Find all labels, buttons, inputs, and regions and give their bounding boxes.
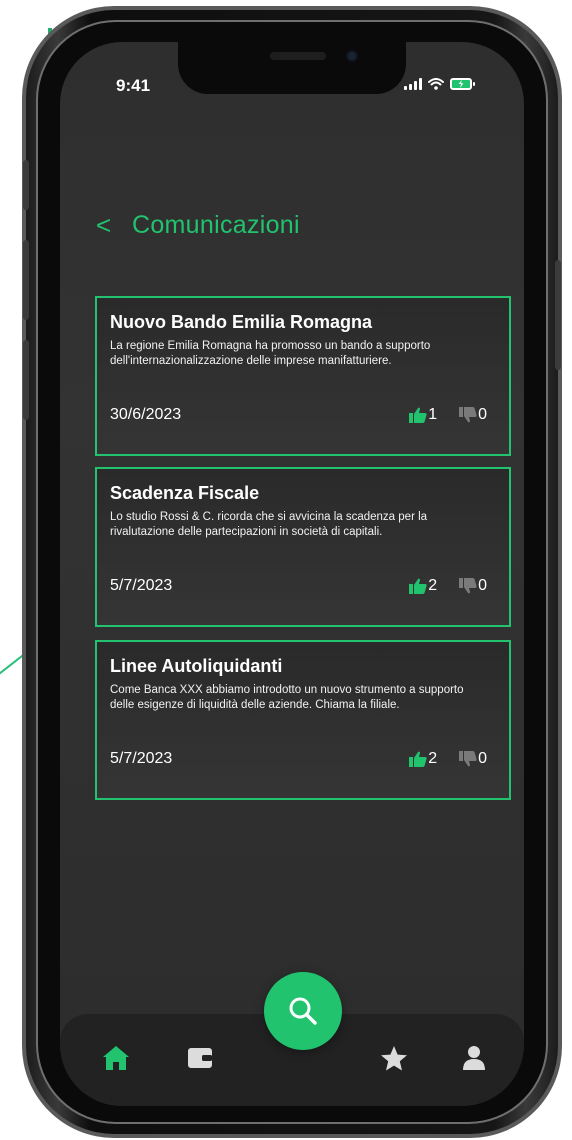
card-title: Scadenza Fiscale bbox=[110, 483, 260, 503]
tab-favorites[interactable] bbox=[378, 1042, 410, 1074]
dislike-count: 0 bbox=[478, 406, 487, 423]
like-count: 2 bbox=[428, 750, 438, 767]
power-button bbox=[555, 260, 561, 370]
wallet-icon bbox=[188, 1048, 212, 1068]
app-screen: 9:41 < Comunicazioni Nuovo Bando Emilia … bbox=[60, 42, 524, 1106]
thumbs-down-icon bbox=[459, 407, 477, 423]
thumbs-down-icon bbox=[459, 578, 477, 594]
page-header: < Comunicazioni bbox=[96, 210, 300, 241]
status-icons bbox=[404, 78, 475, 90]
like-button[interactable]: 1 bbox=[409, 406, 437, 424]
signal-icon bbox=[404, 78, 422, 90]
card-description: La regione Emilia Romagna ha promosso un… bbox=[110, 340, 431, 367]
tab-profile[interactable] bbox=[458, 1042, 490, 1074]
battery-icon bbox=[450, 78, 475, 90]
card-date: 5/7/2023 bbox=[110, 577, 173, 594]
tab-home[interactable] bbox=[100, 1042, 132, 1074]
dislike-count: 0 bbox=[478, 750, 487, 767]
star-icon bbox=[381, 1045, 407, 1070]
news-card[interactable]: Scadenza Fiscale Lo studio Rossi & C. ri… bbox=[95, 467, 511, 627]
card-description: Lo studio Rossi & C. ricorda che si avvi… bbox=[110, 511, 428, 538]
card-title: Linee Autoliquidanti bbox=[110, 656, 283, 676]
front-camera bbox=[346, 50, 358, 62]
back-button[interactable]: < bbox=[96, 210, 132, 241]
search-icon bbox=[289, 997, 317, 1025]
home-icon bbox=[103, 1046, 129, 1070]
user-icon bbox=[463, 1046, 485, 1070]
dislike-button[interactable]: 0 bbox=[459, 750, 487, 768]
news-card[interactable]: Nuovo Bando Emilia Romagna La regione Em… bbox=[95, 296, 511, 456]
earpiece-speaker bbox=[270, 52, 326, 60]
like-count: 2 bbox=[428, 577, 438, 594]
like-count: 1 bbox=[428, 406, 438, 423]
vote-group: 2 0 bbox=[409, 750, 487, 768]
dislike-button[interactable]: 0 bbox=[459, 406, 487, 424]
thumbs-up-icon bbox=[409, 578, 427, 594]
card-date: 5/7/2023 bbox=[110, 750, 173, 767]
card-date: 30/6/2023 bbox=[110, 406, 182, 423]
page-title: Comunicazioni bbox=[132, 211, 300, 239]
card-description: Come Banca XXX abbiamo introdotto un nuo… bbox=[110, 684, 464, 711]
search-button[interactable] bbox=[264, 972, 342, 1050]
card-title: Nuovo Bando Emilia Romagna bbox=[110, 312, 373, 332]
dislike-count: 0 bbox=[478, 577, 487, 594]
vote-group: 2 0 bbox=[409, 577, 487, 595]
dislike-button[interactable]: 0 bbox=[459, 577, 487, 595]
tab-wallet[interactable] bbox=[184, 1042, 216, 1074]
news-card[interactable]: Linee Autoliquidanti Come Banca XXX abbi… bbox=[95, 640, 511, 800]
notch bbox=[178, 42, 406, 94]
volume-down-button bbox=[23, 340, 29, 420]
thumbs-up-icon bbox=[409, 407, 427, 423]
mute-switch bbox=[23, 160, 29, 210]
like-button[interactable]: 2 bbox=[409, 750, 437, 768]
vote-group: 1 0 bbox=[409, 406, 487, 424]
thumbs-down-icon bbox=[459, 751, 477, 767]
thumbs-up-icon bbox=[409, 751, 427, 767]
wifi-icon bbox=[428, 78, 444, 90]
volume-up-button bbox=[23, 240, 29, 320]
like-button[interactable]: 2 bbox=[409, 577, 437, 595]
status-time: 9:41 bbox=[116, 76, 151, 95]
